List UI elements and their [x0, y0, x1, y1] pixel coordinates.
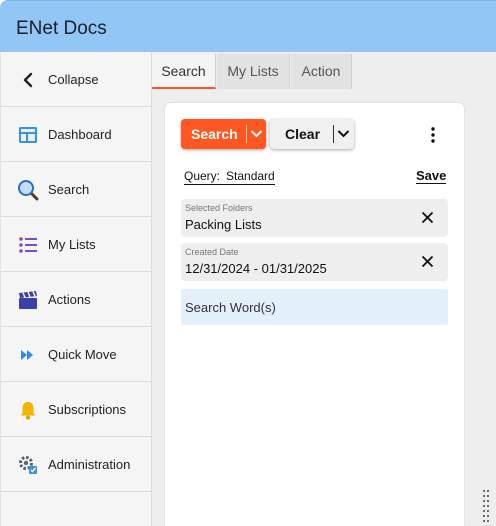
bell-icon — [20, 402, 36, 420]
sidebar-item-label: Subscriptions — [48, 402, 127, 417]
query-label: Query: — [184, 169, 221, 183]
app-header: ENet Docs — [0, 0, 496, 52]
sidebar-item-dashboard[interactable]: Dashboard — [1, 107, 152, 162]
magnifier-icon — [18, 180, 39, 201]
more-options-icon[interactable] — [429, 125, 437, 145]
created-date-field[interactable]: Created Date 12/31/2024 - 01/31/2025 — [181, 243, 448, 281]
search-button-label: Search — [191, 126, 238, 142]
sidebar: Collapse Dashboard Search My Lists Actio… — [0, 52, 152, 526]
field-value: Packing Lists — [185, 217, 262, 232]
sidebar-item-label: Search — [48, 182, 90, 197]
sidebar-item-collapse[interactable]: Collapse — [1, 52, 152, 107]
sidebar-item-label: Collapse — [48, 72, 99, 87]
chevron-down-icon[interactable] — [250, 129, 263, 139]
close-icon[interactable] — [421, 255, 434, 268]
sidebar-item-label: Administration — [48, 457, 131, 472]
search-words-placeholder: Search Word(s) — [185, 300, 276, 315]
fast-forward-icon — [21, 350, 33, 360]
resize-handle-icon[interactable] — [482, 488, 490, 526]
close-icon[interactable] — [421, 211, 434, 224]
search-words-input[interactable]: Search Word(s) — [181, 289, 448, 325]
sidebar-item-actions[interactable]: Actions — [1, 272, 152, 327]
sidebar-item-label: My Lists — [48, 237, 96, 252]
list-icon — [19, 237, 37, 253]
sidebar-item-quick-move[interactable]: Quick Move — [1, 327, 152, 382]
divider — [333, 125, 334, 143]
sidebar-item-label: Actions — [48, 292, 91, 307]
sidebar-item-subscriptions[interactable]: Subscriptions — [1, 382, 152, 437]
sidebar-item-search[interactable]: Search — [1, 162, 152, 217]
tab-action[interactable]: Action — [291, 54, 352, 89]
sidebar-item-my-lists[interactable]: My Lists — [1, 217, 152, 272]
clear-button-label: Clear — [285, 126, 321, 142]
chevron-down-icon[interactable] — [337, 129, 350, 139]
gear-icon — [19, 456, 37, 474]
search-panel: Search Clear Query: Standard Save Selecte… — [165, 103, 464, 526]
save-link[interactable]: Save — [416, 169, 447, 184]
sidebar-item-label: Dashboard — [48, 127, 112, 142]
search-button[interactable]: Search — [181, 119, 266, 149]
field-label: Selected Folders — [185, 203, 253, 213]
field-value: 12/31/2024 - 01/31/2025 — [185, 261, 327, 276]
sidebar-item-label: Quick Move — [48, 347, 117, 362]
tab-my-lists[interactable]: My Lists — [217, 54, 290, 89]
tab-bar: Search My Lists Action — [152, 54, 496, 90]
divider — [246, 125, 247, 143]
clapperboard-icon — [19, 291, 37, 309]
app-title: ENet Docs — [16, 18, 107, 39]
tab-search[interactable]: Search — [152, 54, 216, 89]
query-value: Standard — [226, 169, 275, 183]
query-selector[interactable]: Query: Standard — [184, 169, 275, 185]
selected-folders-field[interactable]: Selected Folders Packing Lists — [181, 199, 448, 237]
field-label: Created Date — [185, 247, 239, 257]
sidebar-item-administration[interactable]: Administration — [1, 437, 152, 492]
dashboard-icon — [19, 127, 37, 143]
main-panel: Search My Lists Action Search Clear Quer… — [152, 52, 496, 526]
clear-button[interactable]: Clear — [270, 119, 354, 149]
chevron-left-icon — [23, 72, 33, 88]
